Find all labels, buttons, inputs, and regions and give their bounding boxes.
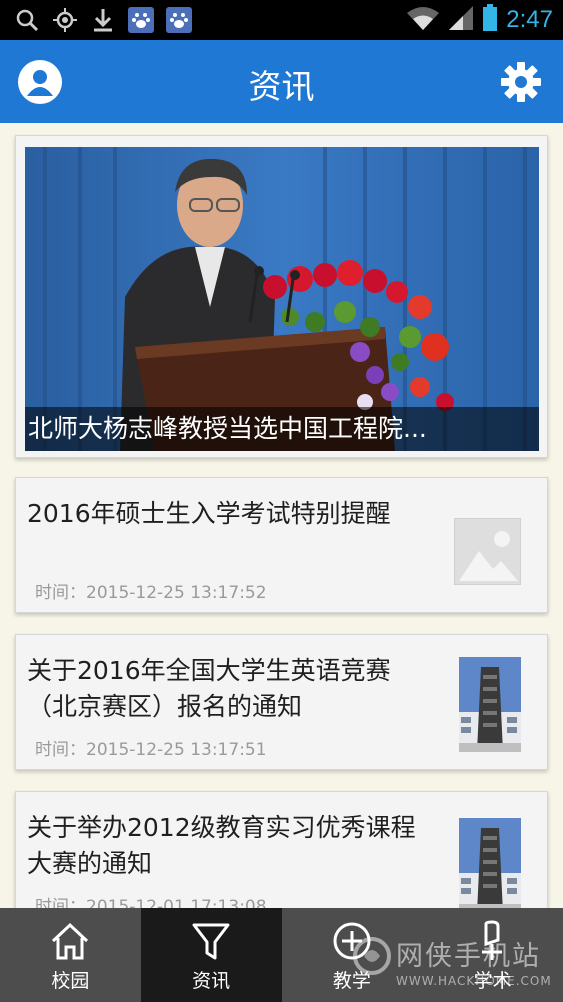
news-thumbnail (459, 818, 521, 908)
signal-icon (448, 5, 474, 35)
baidu-icon (128, 7, 154, 33)
news-title: 关于举办2012级教育实习优秀课程大赛的通知 (27, 813, 416, 878)
battery-icon (482, 4, 498, 36)
status-bar: 2:47 (0, 0, 563, 40)
gps-icon (52, 7, 78, 33)
news-time: 时间：2015-12-01 17:13:08 (35, 897, 267, 908)
tab-label: 校园 (51, 970, 90, 992)
filter-icon (192, 923, 230, 960)
home-icon (52, 922, 89, 960)
tab-news[interactable]: 资讯 (140, 908, 282, 1002)
tab-label: 学术 (473, 970, 512, 992)
baidu-icon (166, 7, 192, 33)
gear-icon[interactable] (501, 62, 541, 102)
wifi-icon (406, 5, 440, 35)
tab-label: 教学 (332, 970, 371, 992)
news-thumbnail (459, 657, 521, 752)
download-icon (90, 7, 116, 33)
news-time: 时间：2015-12-25 13:17:52 (35, 583, 267, 603)
news-title: 关于2016年全国大学生英语竞赛（北京赛区）报名的通知 (27, 656, 391, 721)
bottom-tab-bar: 校园 资讯 教学 学术 (0, 908, 563, 1002)
status-bar-system: 2:47 (406, 4, 553, 36)
news-list[interactable]: 北师大杨志峰教授当选中国工程院... 2016年硕士生入学考试特别提醒 时间：2… (0, 123, 563, 908)
tab-label: 资讯 (192, 970, 231, 992)
news-item[interactable]: 关于2016年全国大学生英语竞赛（北京赛区）报名的通知 时间：2015-12-2… (15, 634, 548, 770)
featured-news-card[interactable]: 北师大杨志峰教授当选中国工程院... (15, 135, 548, 458)
tab-campus[interactable]: 校园 (0, 908, 141, 1002)
app-header: 资讯 (0, 40, 563, 123)
clock: 2:47 (506, 6, 553, 33)
page-title: 资讯 (248, 67, 315, 106)
plus-circle-icon (333, 922, 371, 960)
search-icon (14, 7, 40, 33)
news-time: 时间：2015-12-25 13:17:51 (35, 740, 267, 760)
tab-teaching[interactable]: 教学 (282, 908, 423, 1002)
image-placeholder-icon (454, 518, 521, 585)
news-item[interactable]: 关于举办2012级教育实习优秀课程大赛的通知 时间：2015-12-01 17:… (15, 791, 548, 908)
featured-news-caption: 北师大杨志峰教授当选中国工程院... (25, 407, 539, 451)
news-item[interactable]: 2016年硕士生入学考试特别提醒 时间：2015-12-25 13:17:52 (15, 477, 548, 613)
academic-icon (481, 920, 502, 960)
status-bar-notifications (14, 6, 192, 34)
featured-news-image: 北师大杨志峰教授当选中国工程院... (25, 147, 539, 451)
news-title: 2016年硕士生入学考试特别提醒 (27, 499, 391, 528)
tab-academic[interactable]: 学术 (422, 908, 563, 1002)
